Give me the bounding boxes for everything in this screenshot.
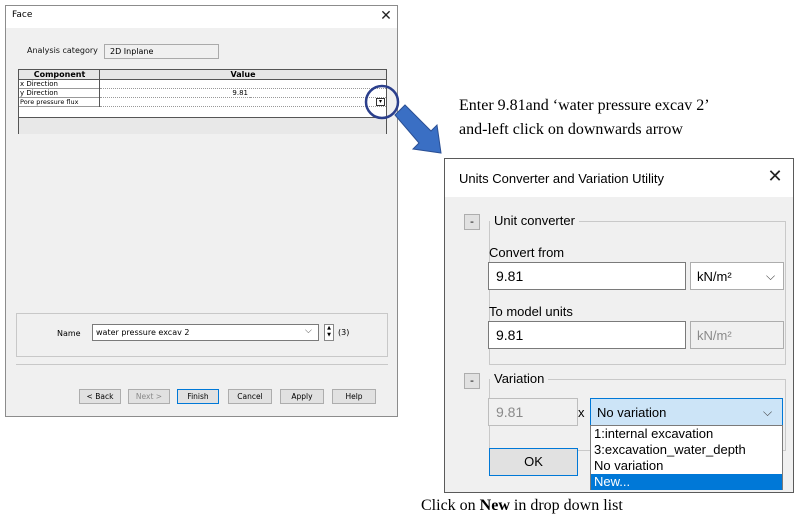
units-converter-dialog: Units Converter and Variation Utility ✕ … — [444, 158, 794, 493]
variation-dropdown-list: 1:internal excavation 3:excavation_water… — [590, 425, 783, 490]
close-icon[interactable]: ✕ — [763, 163, 787, 191]
instruction-text-2: and-left click on downwards arrow — [459, 121, 683, 138]
variation-option-internal-excavation[interactable]: 1:internal excavation — [591, 426, 782, 442]
instruction-3-suffix: in drop down list — [509, 497, 623, 514]
convert-from-label: Convert from — [489, 245, 565, 260]
variation-group-label: Variation — [490, 371, 549, 386]
variation-select[interactable]: No variation ⌵ — [590, 398, 783, 426]
highlight-circle — [364, 84, 400, 120]
units-title-bar: Units Converter and Variation Utility ✕ — [445, 159, 793, 197]
convert-from-unit-value: kN/m² — [697, 269, 732, 284]
unit-converter-group-label: Unit converter — [490, 213, 579, 228]
convert-from-input[interactable]: 9.81 — [488, 262, 686, 290]
instruction-3-bold: New — [479, 497, 510, 514]
chevron-down-icon: ⌵ — [766, 269, 776, 283]
chevron-down-icon: ⌵ — [763, 405, 773, 419]
unit-converter-collapse-button[interactable]: - — [464, 214, 480, 230]
variation-collapse-button[interactable]: - — [464, 373, 480, 389]
instruction-text-3: Click on New in drop down list — [421, 497, 623, 515]
variation-option-excavation-water-depth[interactable]: 3:excavation_water_depth — [591, 442, 782, 458]
ok-button[interactable]: OK — [489, 448, 578, 476]
to-model-units-field: kN/m² — [690, 321, 784, 349]
instruction-3-prefix: Click on — [421, 497, 480, 514]
to-model-units-label: To model units — [489, 304, 573, 319]
variation-option-no-variation[interactable]: No variation — [591, 458, 782, 474]
variation-selected-value: No variation — [597, 405, 667, 420]
pointer-arrow — [394, 104, 442, 154]
variation-value-field: 9.81 — [488, 398, 578, 426]
convert-from-unit-select[interactable]: kN/m² ⌵ — [690, 262, 784, 290]
variation-option-new[interactable]: New... — [591, 474, 782, 490]
to-model-units-input[interactable]: 9.81 — [488, 321, 686, 349]
multiplier-label: x — [578, 405, 585, 420]
instruction-text-1: Enter 9.81and ‘water pressure excav 2’ — [459, 97, 710, 114]
units-dialog-title: Units Converter and Variation Utility — [459, 171, 664, 186]
